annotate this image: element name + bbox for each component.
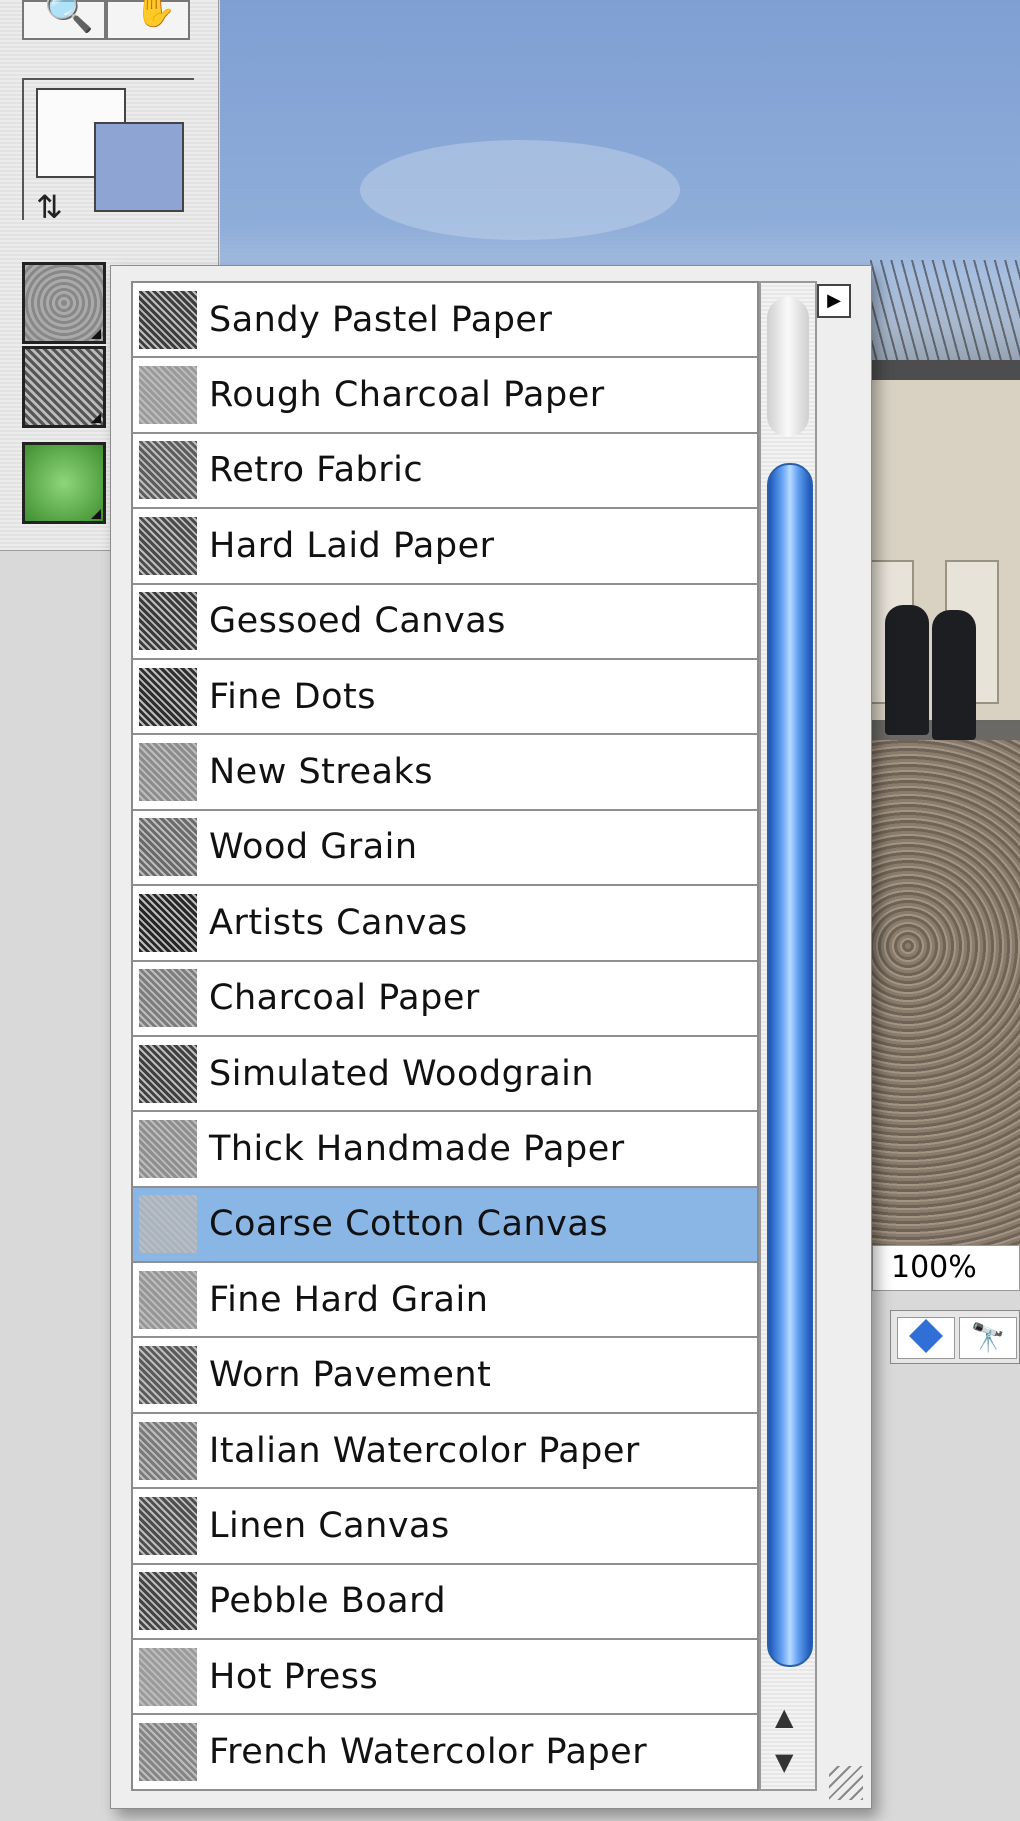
paper-list-item-label: Gessoed Canvas bbox=[209, 601, 506, 642]
paper-texture-swatch bbox=[139, 1572, 197, 1631]
popup-menu-arrow-button[interactable]: ▶ bbox=[817, 284, 851, 318]
trees bbox=[870, 260, 1020, 370]
paper-list-item-label: Artists Canvas bbox=[209, 902, 468, 943]
person bbox=[932, 610, 976, 740]
paper-list-item-label: New Streaks bbox=[209, 752, 434, 793]
paper-texture-swatch bbox=[139, 1270, 197, 1329]
paper-texture-swatch bbox=[139, 1496, 197, 1555]
gravel-ground bbox=[860, 740, 1020, 1255]
pattern-selector-thumb[interactable] bbox=[22, 346, 106, 428]
paper-list-item[interactable]: French Watercolor Paper bbox=[133, 1715, 757, 1791]
scroll-track-top bbox=[767, 297, 809, 437]
additional-color-swatch[interactable] bbox=[94, 122, 184, 212]
paper-list-item-label: Sandy Pastel Paper bbox=[209, 299, 553, 340]
paper-list-item[interactable]: Hard Laid Paper bbox=[133, 509, 757, 585]
paper-texture-swatch bbox=[139, 290, 197, 349]
scrollbar[interactable]: ▲ ▼ bbox=[759, 281, 817, 1791]
paper-list-item-label: Italian Watercolor Paper bbox=[209, 1430, 640, 1471]
paper-list-item[interactable]: Gessoed Canvas bbox=[133, 584, 757, 660]
scroll-up-arrow-icon[interactable]: ▲ bbox=[775, 1703, 793, 1731]
paper-list-item-label: Simulated Woodgrain bbox=[209, 1053, 595, 1094]
paper-library-popup: Sandy Pastel Paper Rough Charcoal Paper Re… bbox=[110, 265, 872, 1809]
paper-list-item-label: Linen Canvas bbox=[209, 1505, 450, 1546]
diamond-icon bbox=[909, 1319, 943, 1353]
nozzle-selector-thumb[interactable] bbox=[22, 442, 106, 524]
paper-list-item-label: Charcoal Paper bbox=[209, 978, 480, 1019]
paper-texture-swatch bbox=[139, 743, 197, 802]
paper-list-item[interactable]: Pebble Board bbox=[133, 1564, 757, 1641]
paper-texture-swatch bbox=[139, 1044, 197, 1103]
paper-list-item-label: Fine Dots bbox=[209, 676, 376, 717]
paper-texture-swatch bbox=[139, 969, 197, 1028]
resize-grip-icon[interactable] bbox=[829, 1766, 863, 1800]
paper-list: Sandy Pastel Paper Rough Charcoal Paper Re… bbox=[131, 281, 759, 1791]
paper-list-item[interactable]: Charcoal Paper bbox=[133, 961, 757, 1037]
paper-texture-swatch bbox=[139, 366, 197, 425]
paper-list-item[interactable]: New Streaks bbox=[133, 735, 757, 811]
triangle-right-icon: ▶ bbox=[827, 290, 841, 311]
paper-texture-swatch bbox=[139, 1346, 197, 1405]
person bbox=[885, 605, 929, 735]
scroll-thumb[interactable] bbox=[767, 463, 813, 1667]
paper-texture-swatch bbox=[139, 1647, 197, 1706]
paper-list-item-label: Thick Handmade Paper bbox=[209, 1128, 625, 1169]
paper-list-item-label: Rough Charcoal Paper bbox=[209, 375, 605, 416]
magnifier-tool-button[interactable]: 🔍 bbox=[22, 0, 106, 40]
paper-list-item-label: Fine Hard Grain bbox=[209, 1279, 489, 1320]
paper-list-item[interactable]: Rough Charcoal Paper bbox=[133, 358, 757, 434]
paper-list-item[interactable]: Fine Hard Grain bbox=[133, 1263, 757, 1339]
paper-list-item[interactable]: Italian Watercolor Paper bbox=[133, 1413, 757, 1490]
paper-texture-swatch bbox=[139, 1723, 197, 1782]
paper-list-item-label: Retro Fabric bbox=[209, 450, 424, 491]
paper-list-item[interactable]: Simulated Woodgrain bbox=[133, 1036, 757, 1113]
grabber-tool-button[interactable]: ✋ bbox=[106, 0, 190, 40]
paper-list-item[interactable]: Hot Press bbox=[133, 1640, 757, 1716]
paper-list-item-label: Wood Grain bbox=[209, 827, 418, 868]
paper-list-item[interactable]: Linen Canvas bbox=[133, 1489, 757, 1565]
paper-list-item-label: Coarse Cotton Canvas bbox=[209, 1204, 609, 1245]
paper-list-item[interactable]: Worn Pavement bbox=[133, 1338, 757, 1414]
paper-texture-swatch bbox=[139, 1119, 197, 1178]
navigator-buttons: 🔭 bbox=[890, 1310, 1020, 1364]
paper-texture-swatch bbox=[139, 516, 197, 575]
paper-selector-thumb[interactable] bbox=[22, 262, 106, 344]
paper-texture-swatch bbox=[139, 441, 197, 500]
paper-texture-swatch bbox=[139, 1421, 197, 1480]
paper-list-item[interactable]: Fine Dots bbox=[133, 659, 757, 736]
hand-icon: ✋ bbox=[134, 0, 177, 30]
binoculars-button[interactable]: 🔭 bbox=[959, 1317, 1017, 1359]
swap-colors-icon[interactable]: ⇅ bbox=[36, 188, 63, 226]
paper-texture-swatch bbox=[139, 1195, 197, 1254]
binoculars-icon: 🔭 bbox=[970, 1321, 1006, 1354]
paper-list-item[interactable]: Retro Fabric bbox=[133, 433, 757, 510]
paper-list-item[interactable]: Sandy Pastel Paper bbox=[133, 283, 757, 359]
zoom-level[interactable]: 100% bbox=[872, 1245, 1020, 1291]
color-layer-button[interactable] bbox=[897, 1317, 955, 1359]
paper-list-item[interactable]: Wood Grain bbox=[133, 810, 757, 887]
paper-list-item[interactable]: Artists Canvas bbox=[133, 886, 757, 962]
paper-list-item-label: French Watercolor Paper bbox=[209, 1732, 648, 1773]
paper-list-item-label: Hard Laid Paper bbox=[209, 525, 495, 566]
cloud bbox=[360, 140, 680, 240]
paper-texture-swatch bbox=[139, 818, 197, 877]
paper-texture-swatch bbox=[139, 893, 197, 952]
magnifier-icon: 🔍 bbox=[44, 0, 94, 35]
paper-list-item-label: Pebble Board bbox=[209, 1581, 447, 1622]
paper-texture-swatch bbox=[139, 592, 197, 651]
paper-texture-swatch bbox=[139, 667, 197, 726]
paper-list-item-label: Hot Press bbox=[209, 1656, 379, 1697]
scroll-down-arrow-icon[interactable]: ▼ bbox=[775, 1748, 793, 1776]
paper-list-item[interactable]: Coarse Cotton Canvas bbox=[133, 1187, 757, 1264]
paper-list-item-label: Worn Pavement bbox=[209, 1355, 492, 1396]
paper-list-item[interactable]: Thick Handmade Paper bbox=[133, 1112, 757, 1188]
